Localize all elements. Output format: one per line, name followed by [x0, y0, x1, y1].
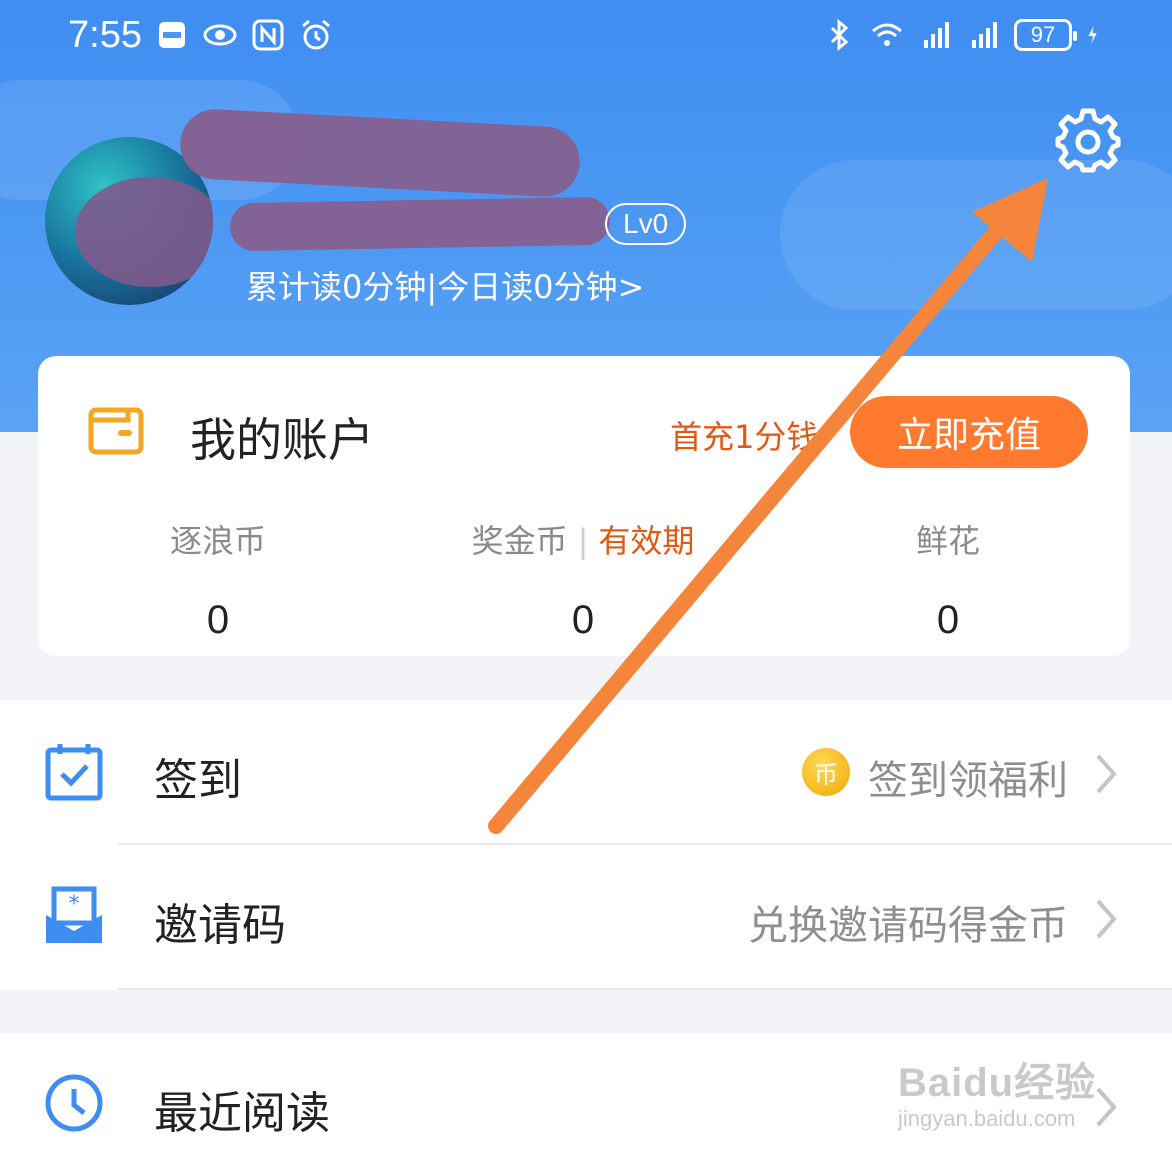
invite-code-label: 邀请码: [154, 900, 286, 951]
stat-label-text: 奖金币: [471, 522, 568, 560]
watermark-main: Baidu经验: [898, 1061, 1097, 1105]
status-left-icons: [155, 18, 333, 52]
calendar-check-icon: [45, 744, 103, 801]
chevron-right-icon: [1096, 754, 1117, 794]
watermark-sub: jingyan.baidu.com: [898, 1106, 1076, 1131]
recent-reading-label: 最近阅读: [154, 1088, 330, 1139]
header-cloud: [780, 160, 1172, 310]
menu-section: 签到 币 签到领福利 * 邀请码 兑换邀请码得金币: [0, 700, 1172, 990]
wallet-icon: [88, 407, 144, 455]
sign-in-label: 签到: [154, 755, 242, 806]
stat-zhulang-coin[interactable]: 逐浪币 0: [148, 516, 288, 643]
signal-4g-icon: [972, 22, 997, 48]
signal-4g-icon: [924, 22, 949, 48]
clock-icon: [45, 1074, 103, 1132]
huawei-app-icon: [159, 22, 185, 48]
level-badge: Lv0: [605, 203, 687, 245]
invite-code-hint: 兑换邀请码得金币: [748, 903, 1068, 949]
baidu-watermark: Baidu经验 jingyan.baidu.com: [898, 1050, 1096, 1132]
coin-icon: 币: [802, 748, 850, 796]
promo-text: 首充1分钱: [670, 418, 819, 456]
stat-value: 0: [206, 598, 230, 642]
eye-icon: [203, 24, 237, 46]
redaction-scribble: [75, 177, 213, 287]
chevron-right-icon: [1096, 1087, 1117, 1127]
stat-bonus-coin[interactable]: 奖金币 | 有效期 0: [458, 516, 708, 643]
redaction-scribble: [229, 196, 611, 252]
svg-text:*: *: [69, 892, 80, 917]
battery-icon: 97: [1014, 19, 1077, 51]
validity-link[interactable]: 有效期: [598, 522, 694, 560]
sign-in-row[interactable]: 签到 币 签到领福利: [0, 700, 1172, 845]
account-title: 我的账户: [190, 413, 374, 467]
account-card: 我的账户 首充1分钱 立即充值 逐浪币 0 奖金币 | 有效期 0 鲜花 0: [38, 356, 1130, 656]
status-bar: 7:55 97: [0, 0, 1172, 78]
alarm-icon: [302, 19, 330, 50]
stat-label: 奖金币 | 有效期: [458, 516, 708, 562]
stat-label: 逐浪币: [169, 522, 266, 560]
invite-envelope-icon: *: [46, 886, 102, 943]
reading-stats-link[interactable]: 累计读0分钟|今日读0分钟>: [246, 262, 644, 308]
status-right-icons: 97: [822, 18, 1106, 52]
divider: |: [577, 522, 589, 560]
chevron-right-icon: [1096, 899, 1117, 939]
recharge-button[interactable]: 立即充值: [850, 396, 1088, 468]
invite-code-row[interactable]: * 邀请码 兑换邀请码得金币: [0, 845, 1172, 990]
charging-icon: [1088, 26, 1097, 44]
gear-icon[interactable]: [1055, 108, 1121, 174]
stat-label: 鲜花: [915, 522, 980, 560]
nfc-icon: [252, 19, 284, 51]
stat-flowers[interactable]: 鲜花 0: [878, 516, 1018, 643]
stat-value: 0: [936, 598, 960, 642]
bluetooth-icon: [830, 18, 849, 52]
divider: [118, 988, 1172, 990]
stat-value: 0: [571, 598, 595, 642]
wifi-icon: [872, 23, 902, 46]
sign-in-hint: 签到领福利: [868, 758, 1068, 804]
status-time: 7:55: [68, 14, 142, 56]
